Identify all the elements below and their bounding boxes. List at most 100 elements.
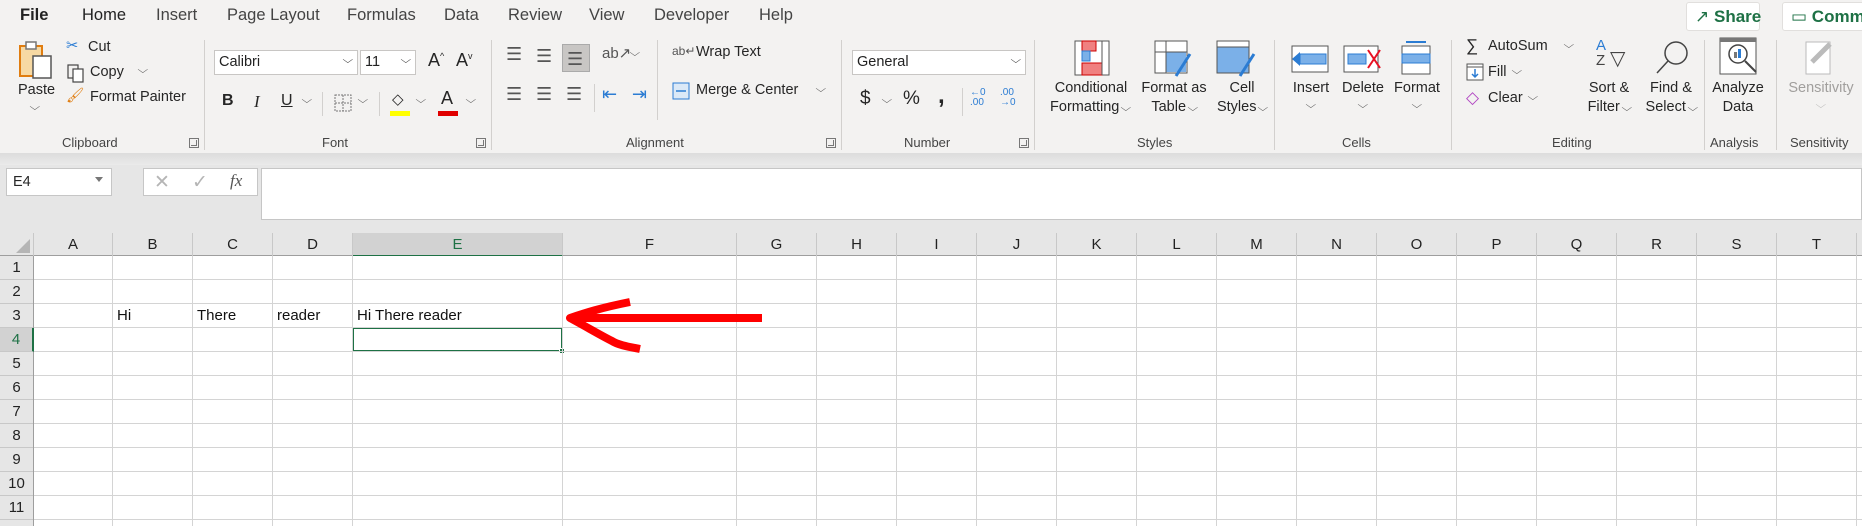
bold-button[interactable]: B <box>222 92 234 110</box>
column-header-p[interactable]: P <box>1457 233 1537 256</box>
decrease-font-size-button[interactable]: Av <box>456 50 473 71</box>
cells-area[interactable]: Hi There reader Hi There reader <box>34 256 1862 526</box>
copy-dropdown-icon[interactable]: ⌵ <box>137 65 148 76</box>
align-bottom-button[interactable]: ☰ <box>562 44 590 72</box>
cell-styles-button[interactable]: Cell Styles⌵ <box>1212 40 1272 130</box>
tab-view[interactable]: View <box>589 6 624 25</box>
tab-home[interactable]: Home <box>82 6 127 35</box>
comments-button[interactable]: ▭ Comm <box>1782 2 1862 31</box>
column-header-m[interactable]: M <box>1217 233 1297 256</box>
autosum-dropdown-icon[interactable]: ⌵ <box>1563 40 1574 51</box>
paste-button[interactable]: Paste ⌵ <box>14 40 58 126</box>
format-painter-button[interactable]: 🖌 Format Painter <box>66 87 196 111</box>
column-header-h[interactable]: H <box>817 233 897 256</box>
cell-c3[interactable]: There <box>193 304 273 328</box>
font-color-dropdown-icon[interactable]: ⌵ <box>465 95 476 106</box>
column-header-e[interactable]: E <box>353 233 563 257</box>
insert-function-icon[interactable]: fx <box>230 171 242 191</box>
font-size-select[interactable]: 11 ⌵ <box>360 50 416 75</box>
column-header-k[interactable]: K <box>1057 233 1137 256</box>
clear-button[interactable]: ◇ Clear ⌵ <box>1464 88 1544 110</box>
font-dialog-launcher[interactable] <box>476 138 486 148</box>
merge-dropdown-icon[interactable]: ⌵ <box>815 84 826 95</box>
alignment-dialog-launcher[interactable] <box>826 138 836 148</box>
enter-checkmark-icon[interactable]: ✓ <box>192 171 208 194</box>
row-header-10[interactable]: 10 <box>0 472 33 496</box>
currency-button[interactable]: $ <box>860 88 871 110</box>
underline-button[interactable]: U <box>281 92 293 110</box>
number-format-select[interactable]: General ⌵ <box>852 50 1026 75</box>
align-top-button[interactable]: ☰ <box>506 44 522 65</box>
column-header-q[interactable]: Q <box>1537 233 1617 256</box>
comma-style-button[interactable]: , <box>938 82 945 110</box>
name-box[interactable]: E4 <box>6 168 112 196</box>
column-header-a[interactable]: A <box>34 233 113 256</box>
increase-decimal-button[interactable]: ←0.00 <box>970 88 986 108</box>
borders-icon[interactable] <box>334 94 352 112</box>
font-name-select[interactable]: Calibri ⌵ <box>214 50 358 75</box>
cell-b3[interactable]: Hi <box>113 304 193 328</box>
tab-review[interactable]: Review <box>508 6 562 25</box>
column-header-t[interactable]: T <box>1777 233 1857 256</box>
row-header-5[interactable]: 5 <box>0 352 33 376</box>
column-header-b[interactable]: B <box>113 233 193 256</box>
format-cells-button[interactable]: Format ⌵ <box>1390 40 1444 130</box>
clipboard-dialog-launcher[interactable] <box>189 138 199 148</box>
wrap-text-button[interactable]: ab↵ Wrap Text <box>672 42 792 66</box>
tab-data[interactable]: Data <box>444 6 479 25</box>
orientation-dropdown-icon[interactable]: ⌵ <box>629 48 640 59</box>
row-header-2[interactable]: 2 <box>0 280 33 304</box>
column-header-s[interactable]: S <box>1697 233 1777 256</box>
row-header-9[interactable]: 9 <box>0 448 33 472</box>
align-left-button[interactable]: ☰ <box>506 84 522 105</box>
fill-color-button[interactable]: ◇ <box>390 90 412 118</box>
delete-cells-button[interactable]: Delete ⌵ <box>1338 40 1388 130</box>
row-header-3[interactable]: 3 <box>0 304 33 328</box>
tab-insert[interactable]: Insert <box>156 6 197 25</box>
column-header-j[interactable]: J <box>977 233 1057 256</box>
cut-button[interactable]: ✂ Cut <box>66 38 126 60</box>
cell-d3[interactable]: reader <box>273 304 353 328</box>
row-header-11[interactable]: 11 <box>0 496 33 520</box>
column-header-d[interactable]: D <box>273 233 353 256</box>
fill-button[interactable]: Fill ⌵ <box>1464 62 1534 84</box>
underline-dropdown-icon[interactable]: ⌵ <box>301 95 312 106</box>
select-all-button[interactable] <box>0 233 34 256</box>
orientation-button[interactable]: ab↗ <box>602 44 631 62</box>
tab-developer[interactable]: Developer <box>654 6 729 25</box>
borders-dropdown-icon[interactable]: ⌵ <box>357 95 368 106</box>
column-header-l[interactable]: L <box>1137 233 1217 256</box>
italic-button[interactable]: I <box>254 92 260 112</box>
decrease-indent-button[interactable]: ⇤ <box>602 84 617 105</box>
find-select-button[interactable]: Find & Select⌵ <box>1640 40 1702 130</box>
column-header-r[interactable]: R <box>1617 233 1697 256</box>
number-dialog-launcher[interactable] <box>1019 138 1029 148</box>
row-header-7[interactable]: 7 <box>0 400 33 424</box>
column-header-n[interactable]: N <box>1297 233 1377 256</box>
column-header-o[interactable]: O <box>1377 233 1457 256</box>
decrease-decimal-button[interactable]: .00 →0 <box>1000 88 1016 108</box>
column-header-c[interactable]: C <box>193 233 273 256</box>
tab-file[interactable]: File <box>0 0 68 32</box>
fill-color-dropdown-icon[interactable]: ⌵ <box>415 95 426 106</box>
row-header-4[interactable]: 4 <box>0 328 34 352</box>
autosum-button[interactable]: ∑ AutoSum ⌵ <box>1464 36 1576 58</box>
row-header-1[interactable]: 1 <box>0 256 33 280</box>
align-right-button[interactable]: ☰ <box>566 84 582 105</box>
currency-dropdown-icon[interactable]: ⌵ <box>881 95 892 106</box>
conditional-formatting-button[interactable]: Conditional Formatting⌵ <box>1044 40 1136 130</box>
format-as-table-button[interactable]: Format as Table⌵ <box>1136 40 1212 130</box>
align-center-button[interactable]: ☰ <box>536 84 552 105</box>
row-header-8[interactable]: 8 <box>0 424 33 448</box>
insert-cells-button[interactable]: Insert ⌵ <box>1286 40 1336 130</box>
row-header-6[interactable]: 6 <box>0 376 33 400</box>
tab-formulas[interactable]: Formulas <box>347 6 416 25</box>
increase-indent-button[interactable]: ⇥ <box>632 84 647 105</box>
share-button[interactable]: ↗ Share <box>1686 2 1761 31</box>
increase-font-size-button[interactable]: A^ <box>428 50 444 71</box>
font-color-button[interactable]: A <box>438 88 460 118</box>
tab-page-layout[interactable]: Page Layout <box>227 6 320 25</box>
column-header-f[interactable]: F <box>563 233 737 256</box>
selected-cell-border[interactable] <box>352 327 563 352</box>
sort-filter-button[interactable]: AZ ▽ Sort & Filter⌵ <box>1578 38 1640 130</box>
